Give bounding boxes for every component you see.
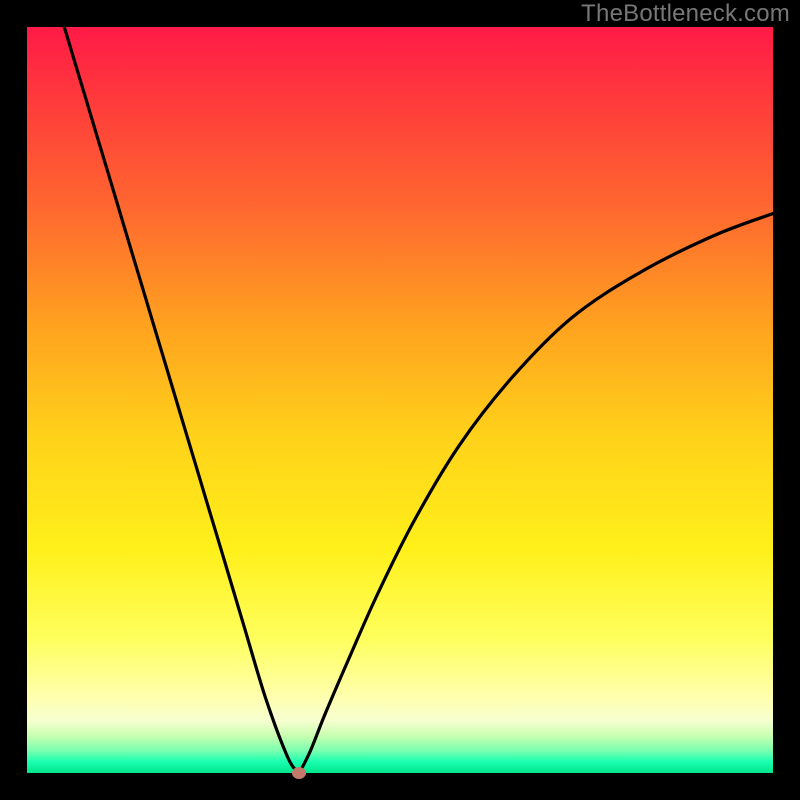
- optimum-marker: [292, 767, 306, 779]
- curve-path: [64, 27, 773, 773]
- bottleneck-curve: [27, 27, 773, 773]
- watermark-text: TheBottleneck.com: [581, 0, 790, 28]
- chart-frame: TheBottleneck.com: [0, 0, 800, 800]
